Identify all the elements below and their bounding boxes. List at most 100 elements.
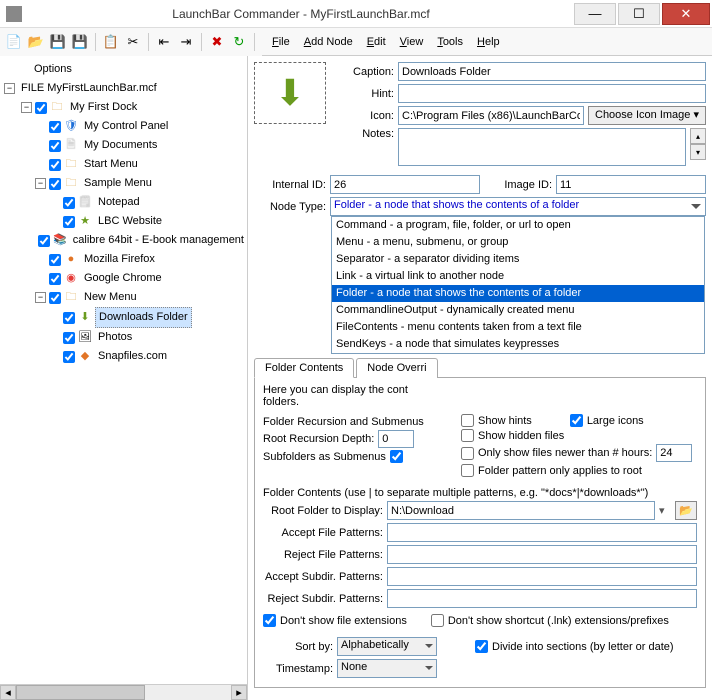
- tree-item[interactable]: LBC Website: [95, 212, 165, 231]
- tree-item[interactable]: Notepad: [95, 193, 143, 212]
- menu-help[interactable]: Help: [471, 34, 506, 50]
- chevron-down-icon[interactable]: ▾: [659, 504, 671, 517]
- choose-icon-button[interactable]: Choose Icon Image ▾: [588, 106, 706, 125]
- caption-input[interactable]: [398, 62, 706, 81]
- dropdown-option[interactable]: CommandlineOutput - dynamically created …: [332, 302, 704, 319]
- horizontal-scrollbar[interactable]: ◂ ▸: [0, 684, 247, 700]
- tree-item[interactable]: calibre 64bit - E-book management: [70, 231, 247, 250]
- dropdown-option[interactable]: Menu - a menu, submenu, or group: [332, 234, 704, 251]
- rfp-input[interactable]: [387, 545, 697, 564]
- cut-button[interactable]: ✂: [123, 32, 143, 52]
- rrd-input[interactable]: [378, 430, 414, 448]
- tree-checkbox[interactable]: [49, 292, 61, 304]
- asp-input[interactable]: [387, 567, 697, 586]
- saveall-button[interactable]: 💾: [70, 32, 90, 52]
- tree-checkbox[interactable]: [63, 197, 75, 209]
- browse-button[interactable]: 📂: [675, 501, 697, 520]
- dontlnk-checkbox[interactable]: [431, 614, 444, 627]
- tree-checkbox[interactable]: [49, 159, 61, 171]
- new-button[interactable]: 📄: [4, 32, 24, 52]
- tree-item[interactable]: Mozilla Firefox: [81, 250, 158, 269]
- rrd-label: Root Recursion Depth:: [263, 433, 374, 445]
- dropdown-option-selected[interactable]: Folder - a node that shows the contents …: [332, 285, 704, 302]
- minimize-button[interactable]: —: [574, 3, 616, 25]
- tree-options[interactable]: Options: [31, 60, 75, 79]
- sas-checkbox[interactable]: [390, 450, 403, 463]
- tree-item[interactable]: Start Menu: [81, 155, 141, 174]
- maximize-button[interactable]: ☐: [618, 3, 660, 25]
- tree-item[interactable]: New Menu: [81, 288, 140, 307]
- dontext-checkbox[interactable]: [263, 614, 276, 627]
- icon-input[interactable]: [398, 106, 584, 125]
- tree-item[interactable]: Sample Menu: [81, 174, 155, 193]
- divide-checkbox[interactable]: [475, 640, 488, 653]
- tree-item-selected[interactable]: Downloads Folder: [95, 307, 192, 328]
- nodetype-dropdown-list[interactable]: Command - a program, file, folder, or ur…: [331, 216, 705, 354]
- tree-checkbox[interactable]: [63, 216, 75, 228]
- tree-checkbox[interactable]: [63, 312, 75, 324]
- expander-icon[interactable]: −: [21, 102, 32, 113]
- tree-item[interactable]: Snapfiles.com: [95, 347, 170, 366]
- largeicons-checkbox[interactable]: [570, 414, 583, 427]
- menu-addnode[interactable]: Add Node: [298, 34, 359, 50]
- menu-file[interactable]: File: [266, 34, 296, 50]
- tree-checkbox[interactable]: [63, 351, 75, 363]
- menu-view[interactable]: View: [394, 34, 430, 50]
- expander-icon[interactable]: −: [4, 83, 15, 94]
- onlynewer-checkbox[interactable]: [461, 447, 474, 460]
- tree-item[interactable]: Photos: [95, 328, 135, 347]
- afp-input[interactable]: [387, 523, 697, 542]
- tree-dock[interactable]: My First Dock: [67, 98, 140, 117]
- dropdown-option[interactable]: Separator - a separator dividing items: [332, 251, 704, 268]
- sortby-select[interactable]: Alphabetically: [337, 637, 437, 656]
- tree-checkbox[interactable]: [38, 235, 50, 247]
- dropdown-option[interactable]: SendKeys - a node that simulates keypres…: [332, 336, 704, 353]
- rootfolder-input[interactable]: [387, 501, 655, 520]
- tree-checkbox[interactable]: [63, 332, 75, 344]
- tree-item[interactable]: Google Chrome: [81, 269, 165, 288]
- tree-checkbox[interactable]: [49, 178, 61, 190]
- tree-checkbox[interactable]: [49, 254, 61, 266]
- timestamp-select[interactable]: None: [337, 659, 437, 678]
- showhints-checkbox[interactable]: [461, 414, 474, 427]
- indent-left-button[interactable]: ⇤: [154, 32, 174, 52]
- showhidden-checkbox[interactable]: [461, 429, 474, 442]
- internalid-input[interactable]: [330, 175, 480, 194]
- rsp-input[interactable]: [387, 589, 697, 608]
- expander-icon[interactable]: −: [35, 178, 46, 189]
- menu-edit[interactable]: Edit: [361, 34, 392, 50]
- onlynewer-input[interactable]: [656, 444, 692, 462]
- copy-button[interactable]: 📋: [101, 32, 121, 52]
- tree-item[interactable]: My Control Panel: [81, 117, 171, 136]
- scrollbar-thumb[interactable]: [16, 685, 145, 700]
- patternroot-checkbox[interactable]: [461, 464, 474, 477]
- indent-right-button[interactable]: ⇥: [176, 32, 196, 52]
- refresh-button[interactable]: ↻: [229, 32, 249, 52]
- scroll-right-icon[interactable]: ▸: [231, 685, 247, 700]
- tab-node-overrides[interactable]: Node Overri: [356, 358, 437, 378]
- scroll-left-icon[interactable]: ◂: [0, 685, 16, 700]
- scroll-down-icon[interactable]: ▾: [690, 144, 706, 160]
- delete-button[interactable]: ✖: [207, 32, 227, 52]
- tree-root[interactable]: FILE MyFirstLaunchBar.mcf: [18, 79, 160, 98]
- tree-checkbox[interactable]: [49, 140, 61, 152]
- save-button[interactable]: 💾: [48, 32, 68, 52]
- close-button[interactable]: ✕: [662, 3, 710, 25]
- expander-icon[interactable]: −: [35, 292, 46, 303]
- tree-item[interactable]: My Documents: [81, 136, 160, 155]
- tab-folder-contents[interactable]: Folder Contents: [254, 358, 354, 378]
- open-button[interactable]: 📂: [26, 32, 46, 52]
- scroll-up-icon[interactable]: ▴: [690, 128, 706, 144]
- tree-view[interactable]: Options −FILE MyFirstLaunchBar.mcf −🗀My …: [0, 56, 247, 684]
- notes-input[interactable]: [398, 128, 686, 166]
- tree-checkbox[interactable]: [49, 121, 61, 133]
- nodetype-dropdown[interactable]: Folder - a node that shows the contents …: [330, 197, 706, 216]
- imageid-input[interactable]: [556, 175, 706, 194]
- dropdown-option[interactable]: Link - a virtual link to another node: [332, 268, 704, 285]
- tree-checkbox[interactable]: [49, 273, 61, 285]
- tree-checkbox[interactable]: [35, 102, 47, 114]
- menu-tools[interactable]: Tools: [431, 34, 469, 50]
- dropdown-option[interactable]: FileContents - menu contents taken from …: [332, 319, 704, 336]
- hint-input[interactable]: [398, 84, 706, 103]
- dropdown-option[interactable]: Command - a program, file, folder, or ur…: [332, 217, 704, 234]
